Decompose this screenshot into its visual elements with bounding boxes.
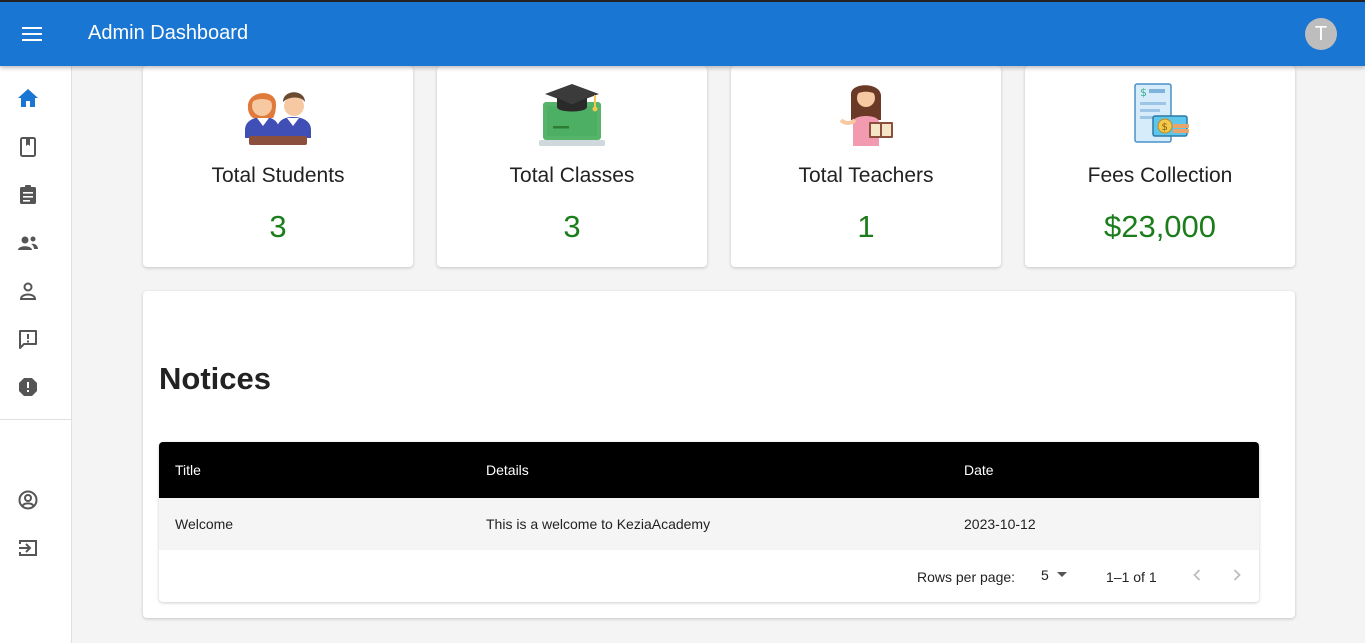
profile-icon[interactable] xyxy=(16,488,40,512)
stat-value: 3 xyxy=(563,209,581,244)
pagination-range: 1–1 of 1 xyxy=(1106,569,1157,585)
stat-value: 1 xyxy=(857,209,875,244)
notices-title: Notices xyxy=(159,361,271,396)
column-header-details[interactable]: Details xyxy=(486,462,529,478)
svg-text:$: $ xyxy=(1162,122,1168,133)
cell-date: 2023-10-12 xyxy=(964,516,1036,532)
class-icon[interactable] xyxy=(16,135,40,159)
stat-label: Total Classes xyxy=(509,164,635,187)
sidebar xyxy=(0,66,72,643)
menu-icon[interactable] xyxy=(14,18,50,50)
rows-per-page-select[interactable]: 5 xyxy=(1041,567,1067,583)
chevron-down-icon xyxy=(1056,572,1067,578)
complain-icon[interactable] xyxy=(16,375,40,399)
notices-table: Title Details Date Welcome This is a wel… xyxy=(159,442,1259,602)
classes-illustration xyxy=(537,80,607,150)
stat-label: Total Teachers xyxy=(798,164,934,187)
table-header: Title Details Date xyxy=(159,442,1259,498)
stat-value: $23,000 xyxy=(1103,209,1217,244)
app-bar: Admin Dashboard T xyxy=(0,0,1365,66)
rows-per-page-label: Rows per page: xyxy=(917,569,1016,585)
stat-card-fees: $ $ Fees Collection $23,000 xyxy=(1025,66,1295,267)
table-row[interactable]: Welcome This is a welcome to KeziaAcadem… xyxy=(159,498,1259,550)
column-header-title[interactable]: Title xyxy=(175,462,201,478)
stat-label: Total Students xyxy=(211,164,345,187)
next-page-icon[interactable] xyxy=(1227,565,1247,585)
svg-text:$: $ xyxy=(1140,86,1147,99)
students-illustration xyxy=(243,80,313,150)
stat-card-teachers: Total Teachers 1 xyxy=(731,66,1001,267)
student-icon[interactable] xyxy=(16,279,40,303)
stat-label: Fees Collection xyxy=(1087,164,1233,187)
teachers-icon[interactable] xyxy=(16,231,40,255)
notices-panel: Notices Title Details Date Welcome This … xyxy=(143,291,1295,618)
previous-page-icon[interactable] xyxy=(1187,565,1207,585)
column-header-date[interactable]: Date xyxy=(964,462,994,478)
pagination: Rows per page: 5 1–1 of 1 xyxy=(159,550,1259,602)
stat-card-classes: Total Classes 3 xyxy=(437,66,707,267)
cell-title: Welcome xyxy=(175,516,234,532)
feedback-icon[interactable] xyxy=(16,327,40,351)
rows-per-page-value: 5 xyxy=(1041,567,1049,583)
stat-value: 3 xyxy=(269,209,287,244)
cell-details: This is a welcome to KeziaAcademy xyxy=(486,516,711,532)
stat-card-students: Total Students 3 xyxy=(143,66,413,267)
fees-illustration: $ $ xyxy=(1125,80,1195,150)
teacher-illustration xyxy=(831,80,901,150)
assignment-icon[interactable] xyxy=(16,182,40,206)
sidebar-divider xyxy=(0,419,72,420)
logout-icon[interactable] xyxy=(16,536,40,560)
home-icon[interactable] xyxy=(16,86,40,110)
app-title: Admin Dashboard xyxy=(88,22,249,44)
avatar[interactable]: T xyxy=(1305,18,1337,50)
